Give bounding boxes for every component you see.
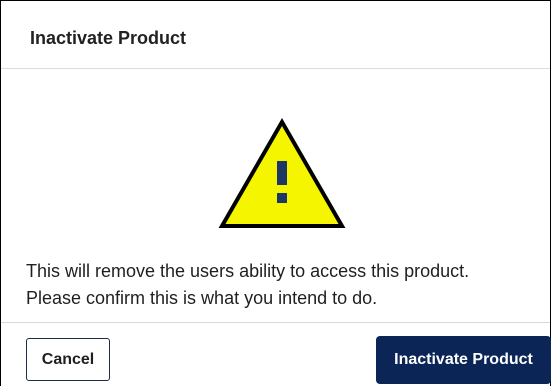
confirmation-message: This will remove the users ability to ac… [26,258,551,312]
dialog-header: Inactivate Product [1,1,550,69]
exclamation-bar [277,161,287,185]
message-line-2: Please confirm this is what you intend t… [26,288,378,308]
message-line-1: This will remove the users ability to ac… [26,261,470,281]
footer-divider [1,322,550,323]
warning-triangle-icon [218,117,346,230]
exclamation-dot [277,193,287,203]
cancel-button[interactable]: Cancel [26,338,110,381]
inactivate-product-dialog: Inactivate Product This will remove the … [0,0,551,386]
dialog-title: Inactivate Product [30,28,187,48]
inactivate-product-button[interactable]: Inactivate Product [376,336,551,384]
